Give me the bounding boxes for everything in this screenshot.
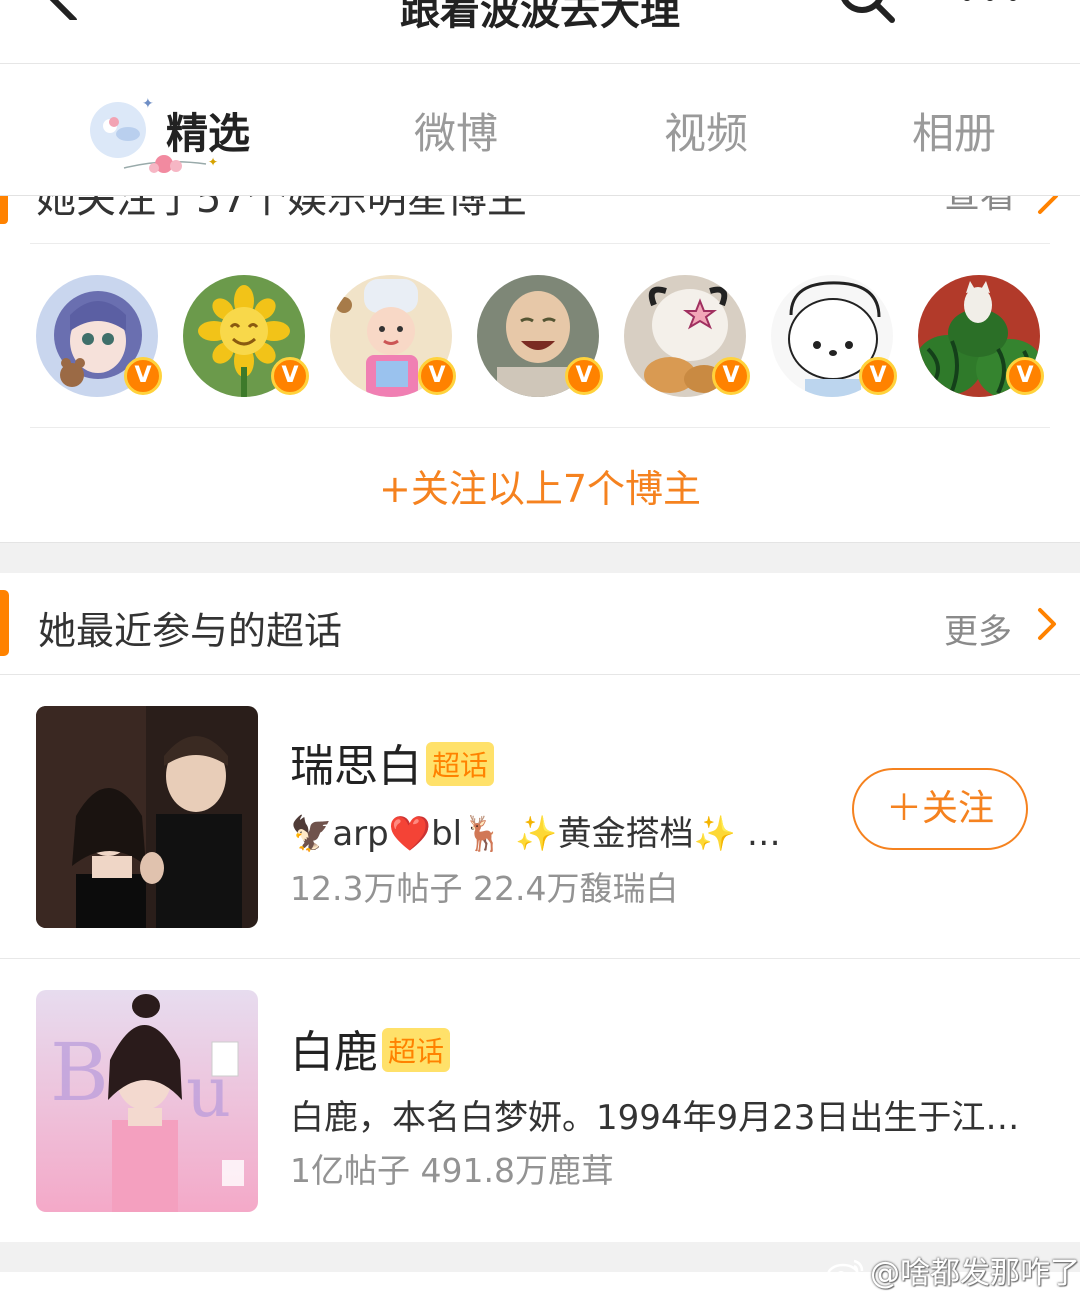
verified-badge: V (124, 357, 162, 395)
watermark-text: @啥都发那咋了 (870, 1256, 1080, 1291)
verified-badge: V (712, 357, 750, 395)
svg-text:B: B (50, 1026, 109, 1119)
supertopic-tag: 超话 (426, 742, 495, 786)
watermark: @啥都发那咋了 (826, 1248, 1080, 1292)
chevron-right-icon[interactable] (1036, 606, 1060, 642)
verified-badge: V (418, 357, 456, 395)
tab-featured[interactable]: 精选 (166, 100, 250, 161)
avatar-watermelon-cat[interactable]: V (918, 275, 1044, 397)
supertopic-cover-image[interactable] (36, 706, 258, 928)
search-icon[interactable] (836, 0, 896, 24)
divider (30, 243, 1050, 244)
divider (0, 958, 1080, 959)
supertopic-name[interactable]: 白鹿 超话 (290, 1016, 451, 1080)
avatar-baby-chef[interactable]: V (330, 275, 456, 397)
section-accent-bar (0, 590, 9, 656)
more-options-icon[interactable] (955, 0, 1025, 12)
supertopic-more-link[interactable]: 更多 (944, 604, 1012, 653)
avatar-anime-girl[interactable]: V (36, 275, 162, 397)
top-bar: 跟着波波去大理 (0, 0, 1080, 64)
supertopic-tag: 超话 (382, 1028, 451, 1072)
verified-badge: V (271, 357, 309, 395)
supertopic-name[interactable]: 瑞思白 超话 (290, 730, 495, 794)
tab-weibo[interactable]: 微博 (414, 100, 498, 161)
supertopic-stats: 1亿帖子 491.8万鹿茸 (290, 1151, 614, 1190)
verified-badge: V (1006, 357, 1044, 395)
back-arrow-icon[interactable] (38, 0, 90, 20)
section-gap (0, 542, 1080, 573)
avatar-bald-man[interactable]: V (477, 275, 603, 397)
supertopic-name-text: 白鹿 (290, 1027, 378, 1078)
tab-bar: ✦ ✦ 精选 微博 视频 相册 (0, 64, 1080, 196)
supertopic-stats: 12.3万帖子 22.4万馥瑞白 (290, 869, 679, 908)
supertopic-heading: 她最近参与的超话 (38, 609, 343, 653)
avatar-white-puppy[interactable]: V (771, 275, 897, 397)
avatar-sunflower[interactable]: V (183, 275, 309, 397)
verified-badge: V (565, 357, 603, 395)
svg-text:✦: ✦ (142, 96, 154, 112)
avatar-plush-toy[interactable]: V (624, 275, 750, 397)
supertopic-cover-image[interactable]: B u (36, 990, 258, 1212)
tab-video[interactable]: 视频 (664, 100, 748, 161)
supertopic-name-text: 瑞思白 (290, 741, 422, 792)
tab-album[interactable]: 相册 (912, 100, 996, 161)
divider (30, 427, 1050, 428)
follow-button[interactable]: ＋关注 (852, 768, 1028, 850)
follow-all-button[interactable]: +关注以上7个博主 (0, 458, 1080, 513)
weibo-logo-icon (826, 1259, 864, 1287)
supertopic-description: 白鹿，本名白梦妍。1994年9月23日出生于江… (290, 1098, 1020, 1138)
verified-badge: V (859, 357, 897, 395)
page-title: 跟着波波去大理 (400, 0, 680, 34)
supertopic-description: 🦅arp❤️bl🦌 ✨黄金搭档✨ … (290, 814, 781, 854)
